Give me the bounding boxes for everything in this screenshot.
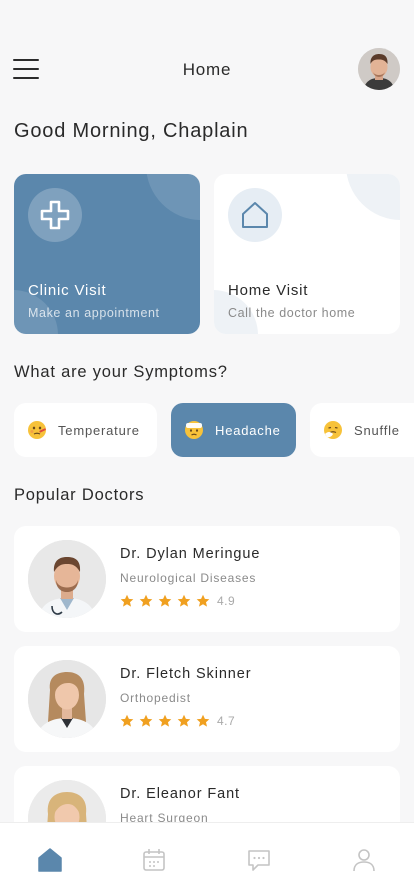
calendar-icon[interactable] <box>141 847 167 873</box>
plus-cross-icon <box>28 188 82 242</box>
symptom-label: Headache <box>215 422 281 438</box>
bottom-tab-bar <box>0 822 414 896</box>
star-icon <box>196 714 210 727</box>
doctor-specialty: Orthopedist <box>120 691 191 705</box>
rating-value: 4.9 <box>217 594 236 608</box>
doctor-card[interactable]: Dr. Dylan Meringue Neurological Diseases… <box>14 526 400 632</box>
doctor-name: Dr. Fletch Skinner <box>120 666 252 682</box>
doctor-name: Dr. Dylan Meringue <box>120 546 261 562</box>
sneezing-face-icon <box>324 421 342 439</box>
symptom-label: Snuffle <box>354 422 400 438</box>
star-icon <box>196 594 210 607</box>
star-icon <box>158 714 172 727</box>
home-visit-card[interactable]: Home Visit Call the doctor home <box>214 174 400 334</box>
star-icon <box>139 594 153 607</box>
top-bar: Home <box>0 44 414 94</box>
headache-face-icon <box>185 421 203 439</box>
doctor-specialty: Neurological Diseases <box>120 571 257 585</box>
symptom-label: Temperature <box>58 422 140 438</box>
doctor-rating: 4.7 <box>120 714 235 728</box>
rating-value: 4.7 <box>217 714 236 728</box>
home-visit-subtitle: Call the doctor home <box>228 306 356 320</box>
decor-circle <box>146 174 200 220</box>
doctor-name: Dr. Eleanor Fant <box>120 786 240 802</box>
decor-circle <box>346 174 400 220</box>
home-visit-title: Home Visit <box>228 282 309 299</box>
star-icon <box>177 714 191 727</box>
doctor-photo <box>28 660 106 738</box>
star-icon <box>120 594 134 607</box>
star-icon <box>139 714 153 727</box>
clinic-visit-title: Clinic Visit <box>28 282 107 299</box>
symptoms-section-title: What are your Symptoms? <box>14 363 228 381</box>
symptom-chip-temperature[interactable]: Temperature <box>14 403 157 457</box>
star-icon <box>177 594 191 607</box>
star-icon <box>158 594 172 607</box>
page-title: Home <box>182 60 232 79</box>
clinic-visit-card[interactable]: Clinic Visit Make an appointment <box>14 174 200 334</box>
symptom-chip-snuffle[interactable]: Snuffle <box>310 403 414 457</box>
greeting-text: Good Morning, Chaplain <box>14 120 249 142</box>
star-icon <box>120 714 134 727</box>
house-icon <box>228 188 282 242</box>
symptom-chip-headache[interactable]: Headache <box>171 403 296 457</box>
doctor-rating: 4.9 <box>120 594 235 608</box>
doctor-card[interactable]: Dr. Fletch Skinner Orthopedist 4.7 <box>14 646 400 752</box>
doctor-photo <box>28 540 106 618</box>
profile-icon[interactable] <box>351 847 377 873</box>
doctors-section-title: Popular Doctors <box>14 486 145 504</box>
user-avatar[interactable] <box>358 48 400 90</box>
chat-icon[interactable] <box>246 847 272 873</box>
clinic-visit-subtitle: Make an appointment <box>28 306 160 320</box>
home-icon[interactable] <box>37 847 63 873</box>
thermometer-face-icon <box>28 421 46 439</box>
